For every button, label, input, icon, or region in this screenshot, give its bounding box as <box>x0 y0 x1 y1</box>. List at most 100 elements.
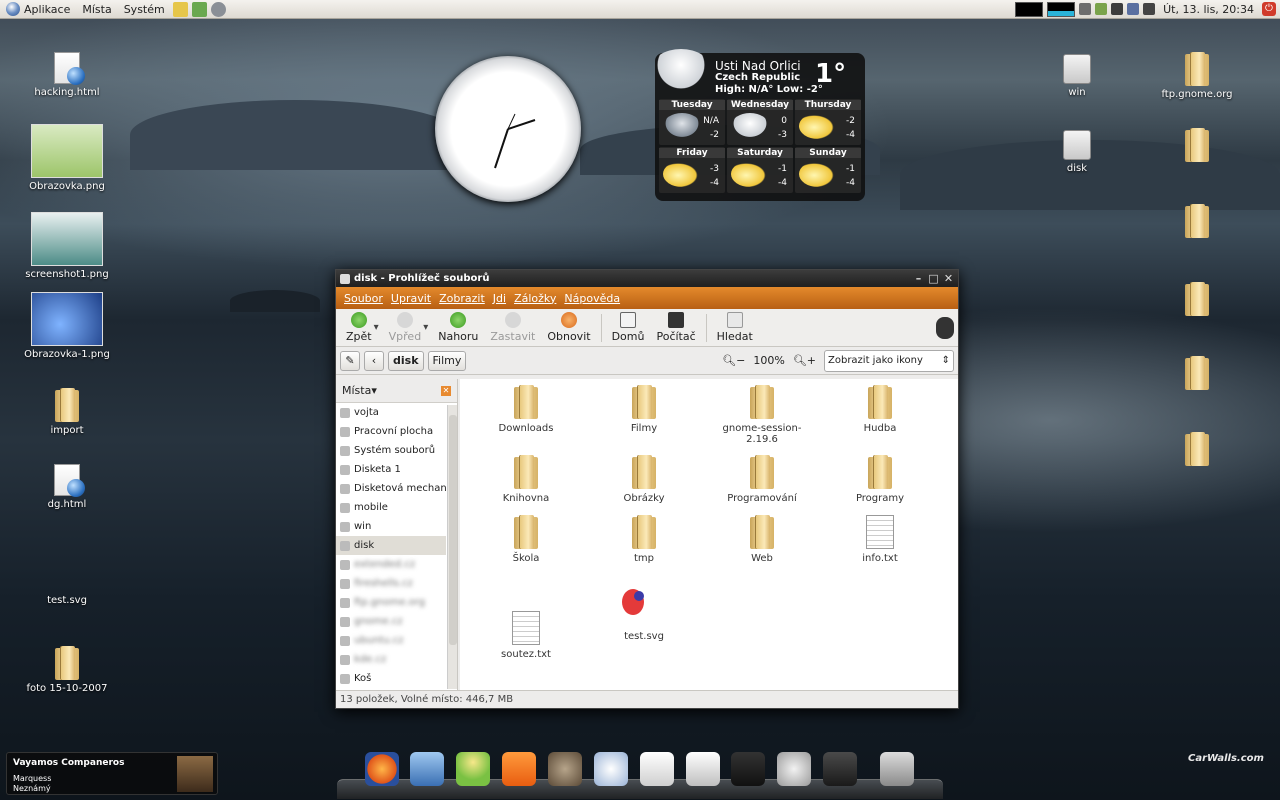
desktop-icon[interactable]: disk <box>1032 130 1122 174</box>
desktop-icon[interactable]: Obrazovka-1.png <box>22 292 112 360</box>
up-button[interactable]: Nahoru <box>432 312 484 343</box>
pidgin-icon[interactable] <box>456 752 490 786</box>
desktop-icon[interactable] <box>1152 282 1242 319</box>
sidebar-place-item[interactable]: Pracovní plocha <box>336 422 446 441</box>
ipod-icon[interactable] <box>686 752 720 786</box>
path-button-filmy[interactable]: Filmy <box>427 350 467 371</box>
menu-file[interactable]: Soubor <box>340 292 387 305</box>
sidebar-place-item[interactable]: Koš <box>336 669 446 688</box>
sidebar-place-item[interactable]: fireshells.cz <box>336 574 446 593</box>
desktop-icon[interactable]: ftp.gnome.org <box>1152 52 1242 100</box>
sidebar-place-item[interactable]: Systém souborů <box>336 441 446 460</box>
sidebar-close-icon[interactable]: ✕ <box>441 385 451 396</box>
battery-icon[interactable] <box>1111 3 1124 15</box>
file-item[interactable]: Programování <box>712 455 812 504</box>
sidebar-place-item[interactable]: ubuntu.cz <box>336 631 446 650</box>
firefox-icon[interactable] <box>365 752 399 786</box>
close-button[interactable]: ✕ <box>943 273 954 284</box>
sidebar-scrollbar[interactable] <box>447 405 457 689</box>
sidebar-place-item[interactable]: Disketová mechani <box>336 479 446 498</box>
desktop-icon[interactable]: test.svg <box>22 560 112 606</box>
sidebar-place-item[interactable]: vojta <box>336 403 446 422</box>
gimp-icon[interactable] <box>548 752 582 786</box>
file-item[interactable]: info.txt <box>830 515 930 564</box>
mail-icon[interactable] <box>410 752 444 786</box>
file-item[interactable]: Filmy <box>594 385 694 434</box>
places-menu[interactable]: Místa <box>76 0 117 19</box>
desktop-icon[interactable] <box>1152 128 1242 165</box>
volume-icon[interactable] <box>1143 3 1156 15</box>
desktop-icon[interactable] <box>1152 432 1242 469</box>
window-titlebar[interactable]: disk - Prohlížeč souborů – □ ✕ <box>336 270 958 287</box>
computer-button[interactable]: Počítač <box>650 312 701 343</box>
sidebar-place-item[interactable]: extended.cz <box>336 555 446 574</box>
search-button[interactable]: Hledat <box>711 312 759 343</box>
desktop-icon[interactable]: Obrazovka.png <box>22 124 112 192</box>
media-icon[interactable] <box>640 752 674 786</box>
desktop-icon[interactable]: win <box>1032 54 1122 98</box>
back-history-dropdown[interactable]: ▾ <box>374 322 379 333</box>
path-button-disk[interactable]: disk <box>388 350 424 371</box>
file-item[interactable]: Škola <box>476 515 576 564</box>
display-icon[interactable] <box>1127 3 1140 15</box>
applications-menu[interactable]: Aplikace <box>0 0 76 19</box>
file-item[interactable]: test.svg <box>594 585 694 642</box>
reload-button[interactable]: Obnovit <box>541 312 596 343</box>
forward-history-dropdown[interactable]: ▾ <box>423 322 428 333</box>
desktop-icon[interactable]: hacking.html <box>22 52 112 98</box>
sidebar-place-item[interactable]: mobile <box>336 498 446 517</box>
rss-icon[interactable] <box>502 752 536 786</box>
music-player-widget[interactable]: Vayamos Companeros Marquess Neznámý <box>6 752 218 795</box>
sidebar-place-item[interactable]: gnome.cz <box>336 612 446 631</box>
file-item[interactable]: Knihovna <box>476 455 576 504</box>
file-item[interactable]: gnome-session-2.19.6 <box>712 385 812 445</box>
file-item[interactable]: Programy <box>830 455 930 504</box>
cpu-monitor[interactable] <box>1015 1 1044 17</box>
stop-button[interactable]: Zastavit <box>484 312 541 343</box>
home-button[interactable]: Domů <box>606 312 651 343</box>
desktop-icon[interactable]: screenshot1.png <box>22 212 112 280</box>
file-item[interactable]: tmp <box>594 515 694 564</box>
file-item[interactable]: Web <box>712 515 812 564</box>
forward-button[interactable]: Vpřed <box>383 312 428 343</box>
menu-bookmarks[interactable]: Záložky <box>510 292 560 305</box>
sidebar-place-item[interactable]: Disketa 1 <box>336 460 446 479</box>
zoom-in-icon[interactable]: 🔍︎+ <box>793 354 816 367</box>
file-item[interactable]: Hudba <box>830 385 930 434</box>
scrollbar-thumb[interactable] <box>449 415 457 645</box>
sidebar-place-item[interactable]: win <box>336 517 446 536</box>
search-icon[interactable] <box>777 752 811 786</box>
network-launcher-icon[interactable] <box>210 1 226 17</box>
trash-icon[interactable] <box>880 752 914 786</box>
sidebar-place-item[interactable]: kde.cz <box>336 650 446 669</box>
maximize-button[interactable]: □ <box>928 273 939 284</box>
drive-icon[interactable] <box>823 752 857 786</box>
file-item[interactable]: Obrázky <box>594 455 694 504</box>
file-item[interactable]: Downloads <box>476 385 576 434</box>
sidebar-place-item[interactable]: ftp.gnome.org <box>336 593 446 612</box>
sidebar-type-select[interactable]: Místa▾ <box>342 384 377 397</box>
desktop-icon[interactable]: dg.html <box>22 464 112 510</box>
file-item[interactable]: soutez.txt <box>476 611 576 660</box>
desktop-icon[interactable] <box>1152 204 1242 241</box>
update-icon[interactable] <box>1095 3 1108 15</box>
clock-icon[interactable] <box>594 752 628 786</box>
view-mode-select[interactable]: Zobrazit jako ikony ⇕ <box>824 349 954 372</box>
minimize-button[interactable]: – <box>913 273 924 284</box>
text-editor-launcher-icon[interactable] <box>172 1 188 17</box>
desktop-icon[interactable]: import <box>22 388 112 436</box>
menu-go[interactable]: Jdi <box>489 292 510 305</box>
sidebar-place-item[interactable]: disk <box>336 536 446 555</box>
power-icon[interactable]: ⏻ <box>1262 2 1276 16</box>
system-menu[interactable]: Systém <box>118 0 171 19</box>
menu-view[interactable]: Zobrazit <box>435 292 489 305</box>
path-scroll-left-button[interactable]: ‹ <box>364 350 384 371</box>
toggle-location-entry-button[interactable]: ✎ <box>340 350 360 371</box>
panel-clock[interactable]: Út, 13. lis, 20:34 <box>1159 3 1258 16</box>
keyboard-icon[interactable] <box>1079 3 1092 15</box>
network-monitor[interactable] <box>1047 1 1076 17</box>
desktop-icon[interactable]: foto 15-10-2007 <box>22 646 112 694</box>
zoom-out-icon[interactable]: 🔍︎− <box>722 354 745 367</box>
menu-edit[interactable]: Upravit <box>387 292 435 305</box>
terminal-icon[interactable] <box>731 752 765 786</box>
